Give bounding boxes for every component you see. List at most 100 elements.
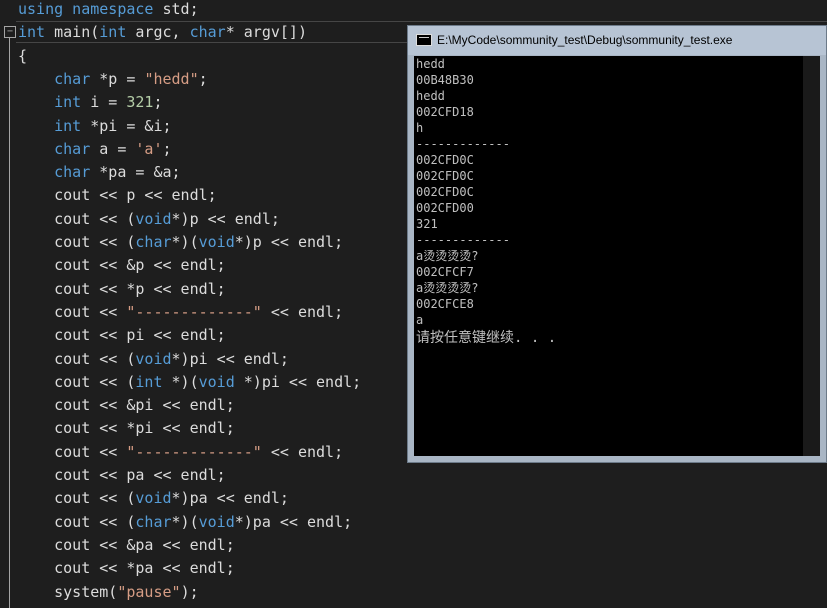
code-text: cout << ( [18, 349, 136, 368]
code-keyword: char [135, 512, 172, 531]
code-keyword: char [189, 23, 226, 42]
code-text: cout << &p << endl; [18, 256, 226, 275]
console-output-line: ------------- [416, 233, 510, 247]
code-line[interactable]: int main(int argc, char* argv[]) [18, 21, 307, 44]
code-text: system( [18, 582, 118, 601]
console-output-line: hedd [416, 57, 445, 71]
console-output-line: 002CFD0C [416, 185, 474, 199]
collapse-toggle-icon[interactable]: − [4, 26, 16, 38]
code-text: cout << *p << endl; [18, 279, 226, 298]
code-keyword: int [99, 23, 127, 42]
console-output-line: 请按任意键继续. . . [416, 330, 557, 346]
console-output-line: h [416, 121, 424, 135]
code-keyword: void [135, 209, 172, 228]
code-keyword: char [135, 233, 172, 251]
code-keyword: void [135, 349, 172, 368]
code-text: cout << pa << endl; [18, 466, 226, 484]
code-line[interactable]: cout << *pa << endl; [18, 557, 235, 580]
code-text: cout << [18, 442, 127, 461]
code-text: cout << *pi << endl; [18, 419, 235, 438]
code-line[interactable]: using namespace std; [18, 0, 199, 21]
console-output-line: 002CFCE8 [416, 297, 474, 311]
code-text: *)pa << endl; [234, 512, 353, 531]
code-string: "-------------" [126, 442, 262, 461]
code-text: * argv[]) [225, 23, 307, 42]
code-text: *)pa << endl; [171, 489, 289, 508]
code-text: *)( [162, 372, 199, 391]
console-output-area[interactable]: hedd 00B48B30 hedd 002CFD18 h ------------- 00… [414, 56, 820, 456]
code-text: *)p << endl; [171, 209, 280, 228]
code-text: *)( [171, 512, 199, 531]
code-text: std; [153, 0, 199, 18]
code-keyword: char [54, 139, 91, 158]
console-app-icon[interactable] [416, 34, 432, 46]
code-text: cout << ( [18, 372, 136, 391]
code-text: a = [90, 139, 136, 158]
code-text: *)p << endl; [234, 233, 344, 251]
console-titlebar[interactable]: E:\MyCode\sommunity_test\Debug\sommunity… [408, 26, 826, 55]
code-keyword: using namespace [18, 0, 154, 18]
code-text: main( [45, 23, 100, 42]
code-keyword: void [198, 372, 235, 391]
console-window[interactable]: E:\MyCode\sommunity_test\Debug\sommunity… [407, 25, 827, 463]
code-line[interactable]: cout << (int *)(void *)pi << endl; [18, 371, 361, 394]
code-line[interactable]: cout << &p << endl; [18, 254, 226, 277]
code-text: cout << ( [18, 512, 136, 531]
code-line[interactable]: cout << "-------------" << endl; [18, 441, 343, 464]
code-line[interactable]: cout << &pa << endl; [18, 534, 235, 557]
code-text: argc, [126, 23, 190, 42]
code-text: cout << &pi << endl; [18, 396, 235, 415]
code-line[interactable]: cout << (char*)(void*)p << endl; [18, 231, 343, 254]
code-line[interactable]: cout << pa << endl; [18, 464, 226, 487]
code-line[interactable]: cout << (void*)p << endl; [18, 208, 280, 231]
code-text: ; [162, 139, 172, 158]
code-text: cout << *pa << endl; [18, 559, 235, 578]
console-output-line: a烫烫烫烫? [416, 281, 479, 295]
code-text: ; [153, 93, 163, 112]
code-line[interactable]: int i = 321; [18, 91, 163, 114]
code-keyword: int [18, 23, 46, 42]
code-string: 'a' [135, 139, 163, 158]
code-line[interactable]: system("pause"); [18, 581, 199, 604]
code-string: "hedd" [144, 69, 199, 88]
code-line[interactable]: cout << &pi << endl; [18, 394, 235, 417]
code-line[interactable]: cout << (char*)(void*)pa << endl; [18, 511, 352, 534]
code-line[interactable]: cout << *pi << endl; [18, 417, 235, 440]
code-text: << endl; [261, 442, 344, 461]
code-line[interactable]: char *p = "hedd"; [18, 68, 208, 91]
fold-guide-line [9, 38, 10, 608]
code-line[interactable]: cout << "-------------" << endl; [18, 301, 343, 324]
console-output-line: 002CFD0C [416, 153, 474, 167]
code-text: *pi = &i; [81, 116, 172, 135]
console-output-line: a烫烫烫烫? [416, 249, 479, 263]
code-line[interactable]: char *pa = &a; [18, 161, 180, 184]
code-text: { [18, 46, 28, 65]
code-keyword: int [54, 93, 82, 112]
code-text: cout << &pa << endl; [18, 535, 235, 554]
code-line[interactable]: cout << p << endl; [18, 184, 217, 207]
code-line[interactable]: cout << (void*)pa << endl; [18, 487, 289, 510]
code-line[interactable]: cout << pi << endl; [18, 324, 226, 347]
console-scrollbar[interactable] [803, 56, 820, 456]
code-line[interactable]: { [18, 45, 27, 68]
code-number: 321 [126, 93, 154, 112]
code-text: *)( [171, 233, 199, 251]
code-string: "pause" [117, 582, 181, 601]
code-text: << endl; [261, 302, 344, 321]
code-text: ); [180, 582, 199, 601]
code-text: cout << [18, 302, 127, 321]
code-line[interactable]: char a = 'a'; [18, 138, 172, 161]
code-text: cout << ( [18, 233, 136, 251]
code-text: cout << p << endl; [18, 186, 217, 205]
code-line[interactable]: cout << *p << endl; [18, 278, 226, 301]
code-line[interactable]: cout << (void*)pi << endl; [18, 348, 289, 371]
code-text: *)pi << endl; [171, 349, 289, 368]
console-output-line: 321 [416, 217, 438, 231]
code-line[interactable]: int *pi = &i; [18, 115, 172, 138]
code-text: *p = [90, 69, 145, 88]
